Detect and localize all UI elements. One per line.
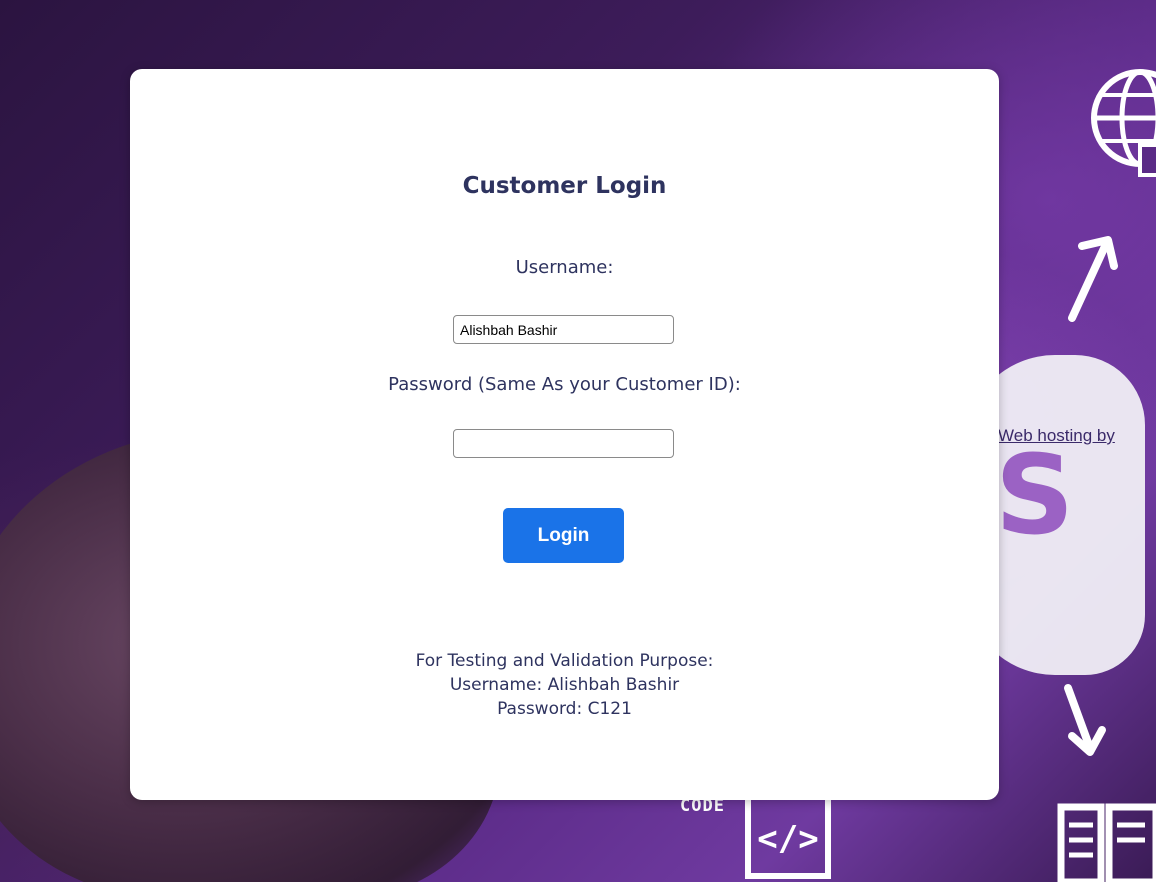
arrow-down-right-icon <box>1064 684 1106 756</box>
web-hosting-link[interactable]: Web hosting by <box>998 426 1115 446</box>
login-button[interactable]: Login <box>503 508 624 563</box>
info-line: For Testing and Validation Purpose: <box>415 651 714 671</box>
info-line: Username: Alishbah Bashir <box>449 675 680 695</box>
test-credentials-info: For Testing and Validation Purpose: User… <box>130 649 999 721</box>
username-input[interactable] <box>453 315 674 344</box>
laptop-code-icon: </> <box>745 793 831 879</box>
arrow-up-right-icon <box>1068 236 1118 322</box>
username-label: Username: <box>515 257 614 278</box>
password-input[interactable] <box>453 429 674 458</box>
login-card: Customer Login Username: Password (Same … <box>130 69 999 800</box>
cloud-letter: S <box>995 431 1075 559</box>
password-label: Password (Same As your Customer ID): <box>388 374 741 395</box>
code-icon-glyph: </> <box>757 819 818 859</box>
book-icon <box>1057 803 1156 882</box>
page-title: Customer Login <box>462 173 667 199</box>
globe-icon <box>1091 69 1156 177</box>
info-line: Password: C121 <box>497 699 632 719</box>
